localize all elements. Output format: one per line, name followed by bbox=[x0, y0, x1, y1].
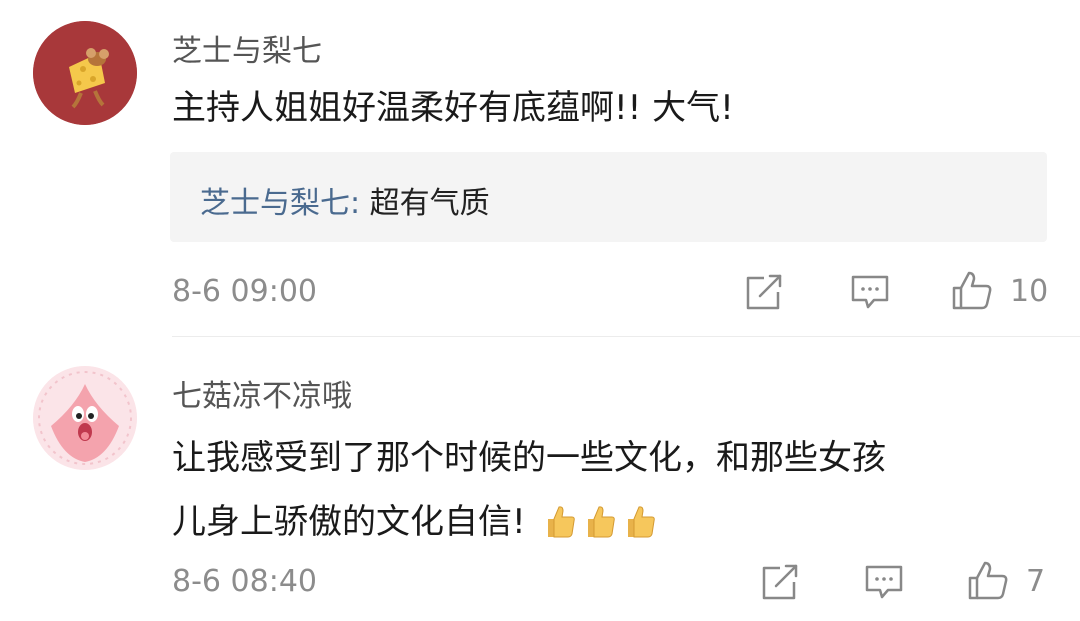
comment-text-line: 儿身上骄傲的文化自信! bbox=[172, 490, 886, 560]
thumbs-up-emoji-icon bbox=[584, 496, 616, 560]
comment-text: 主持人姐姐好温柔好有底蕴啊!! 大气! bbox=[172, 88, 734, 128]
comment-item: 芝士与梨七 主持人姐姐好温柔好有底蕴啊!! 大气! 芝士与梨七: 超有气质 8-… bbox=[0, 0, 1080, 336]
comment-icon bbox=[851, 275, 889, 309]
comment-icon bbox=[865, 565, 903, 599]
like-button[interactable] bbox=[950, 268, 994, 312]
username[interactable]: 芝士与梨七 bbox=[172, 26, 322, 70]
reply-box[interactable]: 芝士与梨七: 超有气质 bbox=[170, 152, 1047, 242]
avatar[interactable] bbox=[33, 366, 137, 470]
share-button[interactable] bbox=[758, 560, 802, 604]
like-button[interactable] bbox=[966, 558, 1010, 602]
like-count: 7 bbox=[1026, 564, 1046, 599]
comment-text: 让我感受到了那个时候的一些文化，和那些女孩 儿身上骄傲的文化自信! bbox=[172, 426, 886, 560]
reply-button[interactable] bbox=[862, 560, 906, 604]
avatar[interactable] bbox=[33, 21, 137, 125]
share-icon bbox=[746, 274, 782, 310]
thumbs-up-emoji-icon bbox=[624, 496, 656, 560]
reply-body: 超有气质 bbox=[369, 186, 490, 221]
reply-text: 芝士与梨七: 超有气质 bbox=[200, 178, 490, 222]
jerry-mouse-cheese-icon bbox=[33, 21, 137, 125]
username[interactable]: 七菇凉不凉哦 bbox=[172, 371, 352, 415]
share-icon bbox=[762, 564, 798, 600]
comment-item: 七菇凉不凉哦 让我感受到了那个时候的一些文化，和那些女孩 儿身上骄傲的文化自信!… bbox=[0, 336, 1080, 621]
timestamp: 8-6 08:40 bbox=[172, 564, 317, 599]
like-count: 10 bbox=[1010, 274, 1049, 309]
timestamp: 8-6 09:00 bbox=[172, 274, 317, 309]
patrick-star-icon bbox=[33, 366, 137, 470]
reply-button[interactable] bbox=[848, 270, 892, 314]
share-button[interactable] bbox=[742, 270, 786, 314]
comment-text-line2: 儿身上骄傲的文化自信! bbox=[172, 502, 526, 542]
reply-author[interactable]: 芝士与梨七: bbox=[200, 186, 360, 221]
thumbs-up-emoji-icon bbox=[544, 496, 576, 560]
thumbs-up-icon bbox=[952, 271, 992, 310]
comment-text-line: 让我感受到了那个时候的一些文化，和那些女孩 bbox=[172, 438, 886, 478]
thumbs-up-icon bbox=[968, 561, 1008, 600]
